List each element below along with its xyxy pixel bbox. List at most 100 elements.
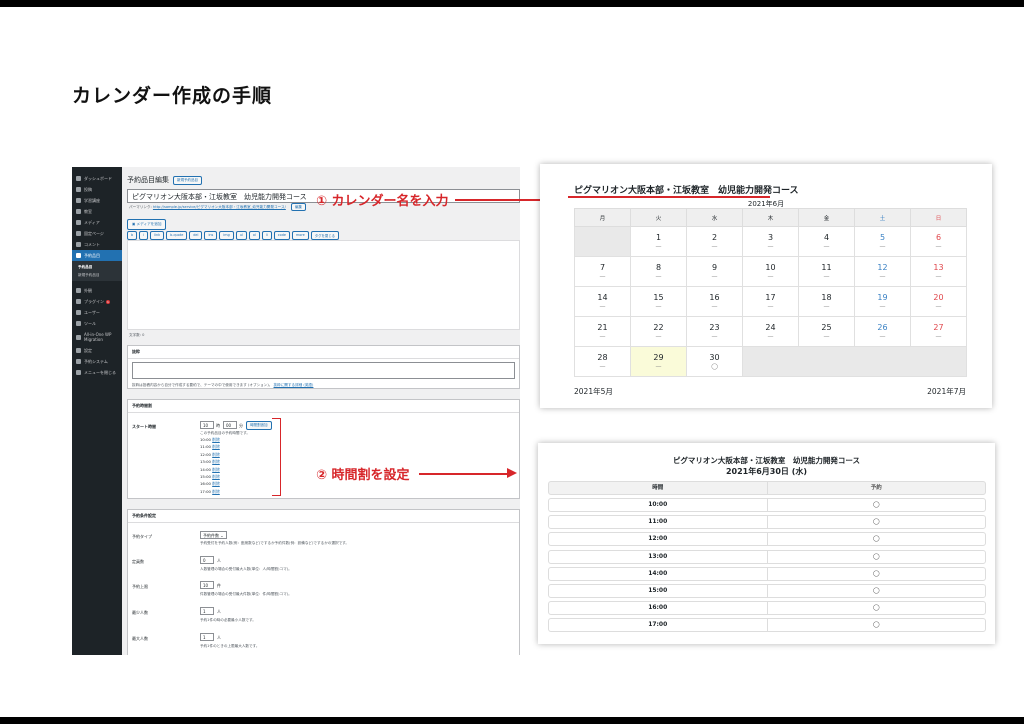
start-minute-select[interactable]: 00 bbox=[223, 421, 237, 429]
delete-link[interactable]: 削除 bbox=[212, 467, 220, 472]
calendar-day[interactable]: 26— bbox=[854, 316, 911, 347]
calendar-day[interactable]: 2— bbox=[686, 226, 743, 257]
next-month-link[interactable]: 2021年7月 bbox=[927, 386, 966, 397]
calendar-day[interactable]: 30 ◯ bbox=[686, 346, 743, 377]
calendar-day[interactable]: 3— bbox=[742, 226, 799, 257]
calendar-day[interactable]: 19— bbox=[854, 286, 911, 317]
sidebar-item[interactable]: All-in-One WP Migration bbox=[72, 329, 122, 345]
reserve-mark[interactable]: ◯ bbox=[768, 619, 986, 631]
calendar-day[interactable]: 13— bbox=[910, 256, 967, 287]
timetable-row[interactable]: 13:00 ◯ bbox=[548, 549, 986, 564]
delete-link[interactable]: 削除 bbox=[212, 437, 220, 442]
reserve-mark[interactable]: ◯ bbox=[768, 516, 986, 528]
sidebar-item[interactable]: ダッシュボード bbox=[72, 173, 122, 184]
quicktag-button[interactable]: タグを閉じる bbox=[310, 231, 340, 240]
sidebar-item[interactable]: ユーザー bbox=[72, 307, 122, 318]
min-input[interactable]: 1 bbox=[200, 607, 214, 615]
delete-link[interactable]: 削除 bbox=[212, 459, 220, 464]
calendar-day[interactable]: 20— bbox=[910, 286, 967, 317]
reserve-mark[interactable]: ◯ bbox=[768, 533, 986, 545]
excerpt-link[interactable]: 抜粋に関する詳細 (英語) bbox=[274, 383, 314, 387]
quicktag-button[interactable]: b bbox=[127, 231, 138, 240]
add-new-button[interactable]: 新規予約品目 bbox=[173, 175, 202, 185]
start-hour-select[interactable]: 10 bbox=[200, 421, 214, 429]
sidebar-item[interactable]: メディア bbox=[72, 217, 122, 228]
calendar-day[interactable]: 15— bbox=[630, 286, 687, 317]
sidebar-item[interactable]: プラグイン 1 bbox=[72, 296, 122, 307]
sidebar-item[interactable]: 予約品目 bbox=[72, 250, 122, 261]
sidebar-item[interactable]: ツール bbox=[72, 318, 122, 329]
calendar-day[interactable]: 23— bbox=[686, 316, 743, 347]
limit-input[interactable]: 10 bbox=[200, 581, 214, 589]
sidebar-item[interactable]: 設定 bbox=[72, 345, 122, 356]
quicktag-button[interactable]: del bbox=[189, 231, 203, 240]
calendar-day[interactable]: 16— bbox=[686, 286, 743, 317]
calendar-day[interactable]: 9— bbox=[686, 256, 743, 287]
quicktag-button[interactable]: ol bbox=[248, 231, 260, 240]
sidebar-item[interactable]: コメント bbox=[72, 239, 122, 250]
calendar-day[interactable]: 21— bbox=[574, 316, 631, 347]
reserve-mark[interactable]: ◯ bbox=[768, 602, 986, 614]
calendar-day[interactable]: 6— bbox=[910, 226, 967, 257]
sidebar-item[interactable]: メニューを閉じる bbox=[72, 367, 122, 378]
timetable-row[interactable]: 15:00 ◯ bbox=[548, 584, 986, 598]
calendar-day[interactable]: 14— bbox=[574, 286, 631, 317]
quicktag-button[interactable]: i bbox=[139, 231, 149, 240]
delete-link[interactable]: 削除 bbox=[212, 452, 220, 457]
reserve-mark[interactable]: ◯ bbox=[768, 585, 986, 597]
delete-link[interactable]: 削除 bbox=[212, 474, 220, 479]
sidebar-item[interactable]: 固定ページ bbox=[72, 228, 122, 239]
timetable-row[interactable]: 11:00 ◯ bbox=[548, 515, 986, 530]
delete-link[interactable]: 削除 bbox=[212, 481, 220, 486]
quicktag-button[interactable]: b-quote bbox=[166, 231, 188, 240]
calendar-day[interactable]: 25— bbox=[798, 316, 855, 347]
calendar-day[interactable]: 12— bbox=[854, 256, 911, 287]
calendar-day[interactable]: 7— bbox=[574, 256, 631, 287]
reserve-mark[interactable]: ◯ bbox=[768, 551, 986, 563]
calendar-day[interactable]: 4— bbox=[798, 226, 855, 257]
reserve-mark[interactable]: ◯ bbox=[768, 499, 986, 511]
sidebar-item[interactable]: 教室 bbox=[72, 206, 122, 217]
submenu-item[interactable]: 予約品目 bbox=[72, 263, 122, 271]
calendar-day[interactable]: 28— bbox=[574, 346, 631, 377]
permalink-link[interactable]: http://sample.jp/service/ピグマリオン大阪本部・江坂教室… bbox=[153, 205, 286, 209]
calendar-day[interactable]: 10— bbox=[742, 256, 799, 287]
quicktag-button[interactable]: li bbox=[261, 231, 272, 240]
timetable-row[interactable]: 12:00 ◯ bbox=[548, 532, 986, 547]
timetable-row[interactable]: 17:00 ◯ bbox=[548, 618, 986, 633]
calendar-day[interactable]: 11— bbox=[798, 256, 855, 287]
timetable-row[interactable]: 14:00 ◯ bbox=[548, 566, 986, 581]
calendar-day[interactable]: 18— bbox=[798, 286, 855, 317]
submenu-item[interactable]: 新規予約品目 bbox=[72, 271, 122, 279]
timetable-row[interactable]: 16:00 ◯ bbox=[548, 601, 986, 616]
quicktag-button[interactable]: ul bbox=[235, 231, 247, 240]
calendar-day[interactable]: 29— bbox=[630, 346, 687, 377]
add-time-button[interactable]: 時間割追加 bbox=[246, 421, 272, 430]
type-select[interactable]: 予約件数 ⌄ bbox=[200, 531, 227, 539]
calendar-day[interactable]: 5— bbox=[854, 226, 911, 257]
max-input[interactable]: 1 bbox=[200, 633, 214, 641]
prev-month-link[interactable]: 2021年5月 bbox=[574, 386, 613, 397]
calendar-day[interactable]: 27— bbox=[910, 316, 967, 347]
calendar-day[interactable]: 8— bbox=[630, 256, 687, 287]
excerpt-textarea[interactable] bbox=[132, 362, 515, 379]
calendar-day[interactable]: 24— bbox=[742, 316, 799, 347]
content-editor[interactable] bbox=[127, 240, 520, 330]
add-media-button[interactable]: ▣ メディアを追加 bbox=[127, 219, 167, 230]
quicktag-button[interactable]: more bbox=[291, 231, 309, 240]
timetable-row[interactable]: 10:00 ◯ bbox=[548, 498, 986, 512]
sidebar-item[interactable]: 予約システム bbox=[72, 356, 122, 367]
quicktag-button[interactable]: link bbox=[150, 231, 165, 240]
delete-link[interactable]: 削除 bbox=[212, 489, 220, 494]
quicktag-button[interactable]: code bbox=[273, 231, 290, 240]
calendar-day[interactable]: 1— bbox=[630, 226, 687, 257]
capacity-input[interactable]: 0 bbox=[200, 556, 214, 564]
permalink-edit-button[interactable]: 編集 bbox=[290, 203, 306, 211]
sidebar-item[interactable]: 外観 bbox=[72, 285, 122, 296]
sidebar-item[interactable]: 学習講座 bbox=[72, 195, 122, 206]
sidebar-item[interactable]: 投稿 bbox=[72, 184, 122, 195]
reserve-mark[interactable]: ◯ bbox=[768, 568, 986, 580]
quicktag-button[interactable]: img bbox=[219, 231, 234, 240]
calendar-day[interactable]: 17— bbox=[742, 286, 799, 317]
delete-link[interactable]: 削除 bbox=[212, 444, 220, 449]
